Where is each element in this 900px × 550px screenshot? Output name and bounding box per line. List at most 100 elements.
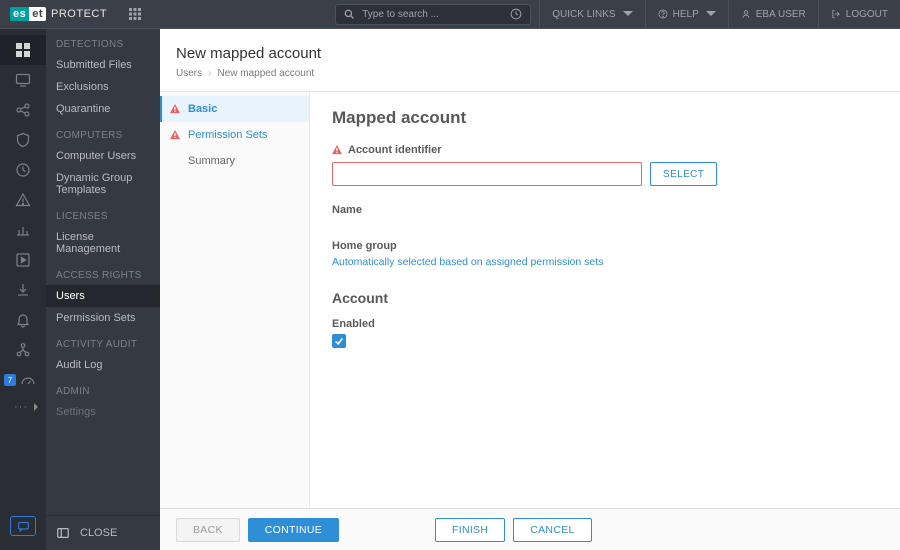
step-permission-sets[interactable]: Permission Sets	[160, 122, 309, 148]
brand: eset PROTECT	[0, 7, 115, 21]
breadcrumb: Users › New mapped account	[176, 68, 884, 79]
sidebar-item-exclusions[interactable]: Exclusions	[46, 76, 160, 98]
step-basic-label: Basic	[188, 103, 217, 115]
home-group-hint[interactable]: Automatically selected based on assigned…	[332, 256, 603, 268]
rail-alert[interactable]	[0, 185, 46, 215]
grid-icon	[129, 8, 141, 20]
finish-button[interactable]: FINISH	[435, 518, 505, 542]
sidebar-group-admin: ADMIN	[46, 376, 160, 401]
page-title: New mapped account	[176, 45, 884, 62]
rail-bell[interactable]	[0, 305, 46, 335]
sidebar-item-users[interactable]: Users	[46, 285, 160, 307]
rail-clock[interactable]	[0, 155, 46, 185]
chevron-right-icon: ›	[208, 68, 211, 79]
chevron-down-icon	[706, 9, 716, 19]
label-account-identifier: Account identifier	[348, 144, 442, 156]
page-header: New mapped account Users › New mapped ac…	[160, 29, 900, 91]
sidebar-group-licenses: LICENSES	[46, 201, 160, 226]
chart-icon	[15, 222, 31, 238]
quick-links-label: QUICK LINKS	[552, 9, 615, 20]
section-account: Account	[332, 290, 878, 306]
dashboard-icon	[15, 42, 31, 58]
rail-status[interactable]: 7	[0, 365, 46, 395]
sidebar-close-label: CLOSE	[80, 527, 117, 539]
alert-icon	[15, 192, 31, 208]
sidebar-group-computers: COMPUTERS	[46, 120, 160, 145]
wizard-form: Mapped account Account identifier SELECT…	[310, 91, 900, 508]
collapse-icon	[56, 526, 70, 540]
warning-icon	[332, 145, 342, 155]
share-icon	[15, 102, 31, 118]
nav-rail: 7 ···	[0, 29, 46, 550]
enabled-checkbox[interactable]	[332, 334, 346, 348]
step-permission-label: Permission Sets	[188, 129, 267, 141]
sidebar-close[interactable]: CLOSE	[46, 515, 160, 550]
gauge-icon	[20, 372, 36, 388]
top-header: eset PROTECT QUICK LINKS HELP EBA USER L…	[0, 0, 900, 29]
rail-chat[interactable]	[10, 516, 36, 536]
rail-package[interactable]	[0, 245, 46, 275]
brand-logo: eset	[10, 7, 46, 21]
sidebar-item-submitted-files[interactable]: Submitted Files	[46, 54, 160, 76]
user-icon	[741, 9, 751, 19]
chevron-right-icon	[32, 403, 40, 411]
sidebar-group-detections: DETECTIONS	[46, 29, 160, 54]
user-label: EBA USER	[756, 9, 806, 20]
brand-product: PROTECT	[51, 8, 107, 20]
search-input[interactable]	[360, 8, 504, 21]
quick-links-menu[interactable]: QUICK LINKS	[539, 0, 644, 28]
select-account-button[interactable]: SELECT	[650, 162, 717, 186]
rail-network[interactable]	[0, 95, 46, 125]
step-summary-label: Summary	[188, 155, 235, 167]
sidebar-item-dynamic-group-templates[interactable]: Dynamic Group Templates	[46, 167, 160, 201]
step-summary[interactable]: Summary	[160, 148, 309, 174]
chevron-down-icon	[623, 9, 633, 19]
rail-flow[interactable]	[0, 335, 46, 365]
sidebar-item-license-management[interactable]: License Management	[46, 226, 160, 260]
help-menu[interactable]: HELP	[645, 0, 728, 28]
main: New mapped account Users › New mapped ac…	[160, 29, 900, 550]
continue-button[interactable]: CONTINUE	[248, 518, 339, 542]
warning-icon	[170, 104, 180, 114]
account-identifier-input[interactable]	[332, 162, 642, 186]
rail-expand[interactable]: ···	[0, 395, 46, 419]
rail-shield[interactable]	[0, 125, 46, 155]
computer-icon	[15, 72, 31, 88]
logout-button[interactable]: LOGOUT	[818, 0, 900, 28]
sidebar-item-permission-sets[interactable]: Permission Sets	[46, 307, 160, 329]
user-menu[interactable]: EBA USER	[728, 0, 818, 28]
sidebar-item-audit-log[interactable]: Audit Log	[46, 354, 160, 376]
rail-dashboard[interactable]	[0, 35, 46, 65]
sidebar-group-activity-audit: ACTIVITY AUDIT	[46, 329, 160, 354]
label-enabled: Enabled	[332, 318, 878, 330]
status-badge: 7	[4, 374, 16, 386]
warning-icon	[170, 130, 180, 140]
history-icon[interactable]	[510, 8, 522, 20]
label-name: Name	[332, 204, 878, 216]
rail-computers[interactable]	[0, 65, 46, 95]
rail-install[interactable]	[0, 275, 46, 305]
search-box[interactable]	[335, 4, 531, 25]
download-icon	[15, 282, 31, 298]
logout-icon	[831, 9, 841, 19]
play-box-icon	[15, 252, 31, 268]
label-home-group: Home group	[332, 240, 878, 252]
sidebar-item-quarantine[interactable]: Quarantine	[46, 98, 160, 120]
rail-reports[interactable]	[0, 215, 46, 245]
app-switcher[interactable]	[123, 2, 147, 26]
section-mapped-account: Mapped account	[332, 108, 878, 128]
check-icon	[334, 336, 344, 346]
logout-label: LOGOUT	[846, 9, 888, 20]
search-icon	[344, 9, 354, 19]
bell-icon	[15, 312, 31, 328]
cancel-button[interactable]: CANCEL	[513, 518, 591, 542]
wizard-steps: Basic Permission Sets Summary	[160, 91, 310, 508]
sidebar-item-settings[interactable]: Settings	[46, 401, 160, 423]
help-label: HELP	[673, 9, 699, 20]
breadcrumb-parent[interactable]: Users	[176, 68, 202, 79]
sidebar-item-computer-users[interactable]: Computer Users	[46, 145, 160, 167]
step-basic[interactable]: Basic	[160, 96, 309, 122]
wizard-footer: BACK CONTINUE FINISH CANCEL	[160, 508, 900, 550]
help-icon	[658, 9, 668, 19]
back-button[interactable]: BACK	[176, 518, 240, 542]
